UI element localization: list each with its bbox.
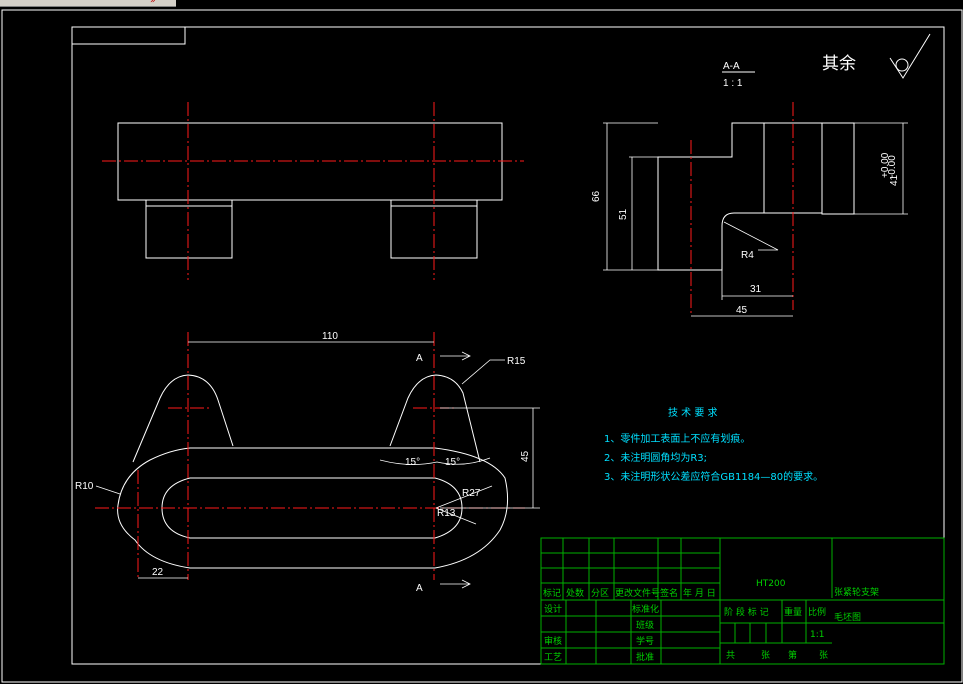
svg-text:设计: 设计 (544, 603, 562, 615)
section-view: 66 51 41 +0.00 -0.00 R4 31 45 (591, 102, 908, 317)
front-view (102, 102, 524, 280)
svg-text:毛坯图: 毛坯图 (834, 611, 861, 623)
svg-text:HT200: HT200 (756, 579, 786, 589)
svg-text:标准化: 标准化 (632, 603, 659, 615)
svg-text:审核: 审核 (544, 635, 562, 647)
svg-text:R13: R13 (437, 508, 456, 519)
svg-text:R10: R10 (75, 481, 94, 492)
svg-text:3、未注明形状公差应符合GB1184—80的要求。: 3、未注明形状公差应符合GB1184—80的要求。 (604, 470, 823, 483)
technical-requirements: 技 术 要 求 1、零件加工表面上不应有划痕。 2、未注明圆角均为R3; 3、未… (604, 406, 823, 483)
svg-text:31: 31 (750, 284, 762, 295)
svg-text:R27: R27 (462, 488, 481, 499)
svg-text:年 月 日: 年 月 日 (683, 587, 716, 599)
svg-text:A: A (416, 353, 423, 364)
svg-text:工艺: 工艺 (544, 652, 562, 663)
svg-text:班级: 班级 (636, 619, 654, 631)
title-block: HT200 张紧轮支架 毛坯图 标记 处数 分区 更改文件号 签名 年 月 日 … (540, 537, 945, 665)
svg-text:15°: 15° (405, 457, 420, 468)
svg-text:-0.00: -0.00 (887, 155, 898, 178)
svg-text:45: 45 (520, 450, 531, 462)
svg-text:1 : 1: 1 : 1 (723, 78, 743, 89)
svg-text:66: 66 (591, 190, 602, 202)
bottom-view: 110 A A R15 45 15° 15° R10 R27 R13 22 (75, 331, 540, 594)
svg-text:A-A: A-A (723, 61, 740, 72)
section-a-a-title: A-A 1 : 1 (722, 61, 755, 89)
svg-text:批准: 批准 (636, 651, 654, 663)
svg-text:阶 段 标 记: 阶 段 标 记 (724, 606, 769, 618)
svg-text:第: 第 (788, 649, 797, 661)
svg-text:其余: 其余 (822, 54, 856, 74)
svg-text:学号: 学号 (636, 635, 654, 647)
svg-text:张紧轮支架: 张紧轮支架 (834, 586, 879, 598)
svg-text:1、零件加工表面上不应有划痕。: 1、零件加工表面上不应有划痕。 (604, 432, 750, 445)
svg-text:2、未注明圆角均为R3;: 2、未注明圆角均为R3; (604, 451, 707, 464)
paper-edge (1, 9, 963, 683)
svg-text:比例: 比例 (808, 606, 826, 618)
svg-text:1:1: 1:1 (810, 630, 824, 640)
svg-text:技 术 要 求: 技 术 要 求 (668, 406, 718, 419)
reverse-code-box (71, 26, 186, 45)
svg-text:R15: R15 (507, 356, 526, 367)
svg-text:签名: 签名 (660, 587, 678, 599)
svg-text:R4: R4 (741, 250, 754, 261)
svg-text:分区: 分区 (591, 588, 609, 599)
svg-text:51: 51 (618, 208, 629, 220)
svg-text:15°: 15° (445, 457, 460, 468)
svg-text:张: 张 (761, 650, 770, 661)
surface-finish-note: 其余 (822, 33, 931, 79)
svg-text:110: 110 (322, 331, 338, 342)
svg-text:共: 共 (726, 650, 735, 661)
svg-text:更改文件号: 更改文件号 (615, 587, 660, 599)
svg-text:标记: 标记 (543, 587, 561, 599)
drawing-canvas[interactable]: A-A 1 : 1 其余 66 51 41 +0.00 -0.00 R4 31 … (0, 0, 963, 684)
svg-text:A: A (416, 583, 423, 594)
svg-text:22: 22 (152, 567, 164, 578)
svg-text:处数: 处数 (566, 587, 584, 599)
svg-text:重量: 重量 (784, 606, 802, 618)
svg-text:45: 45 (736, 305, 748, 316)
svg-text:张: 张 (819, 650, 828, 661)
